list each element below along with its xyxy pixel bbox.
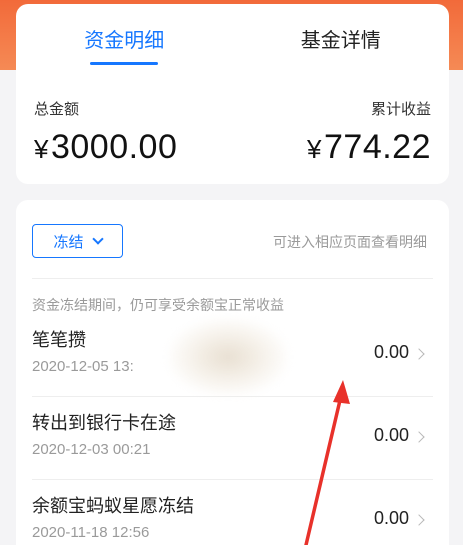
- annotation-arrow-icon: [304, 380, 350, 545]
